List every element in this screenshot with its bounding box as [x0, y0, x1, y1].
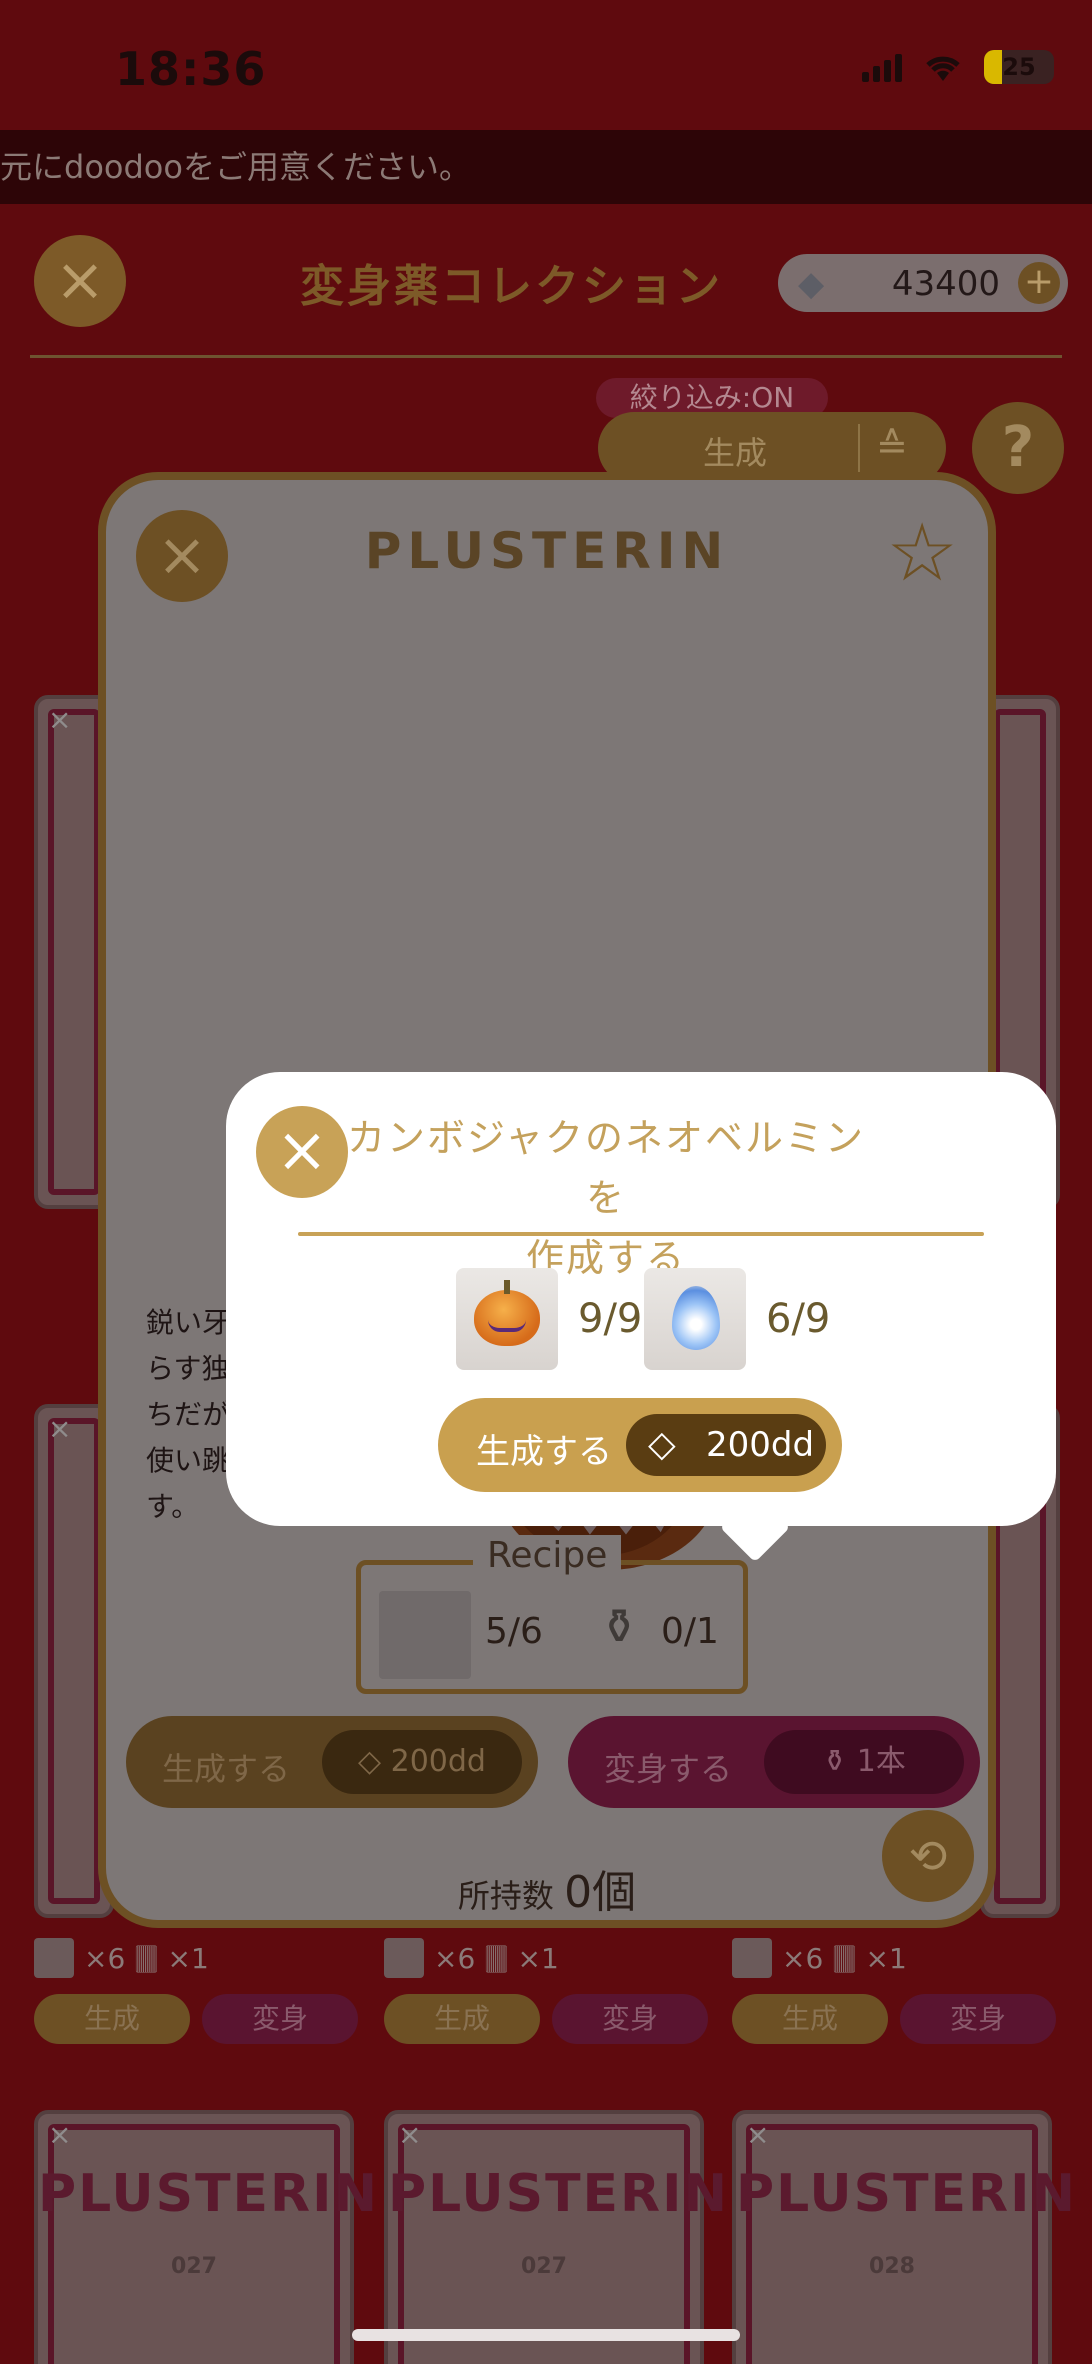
recipe-item-image: [379, 1591, 471, 1679]
create-confirm-popup: × カンボジャクのネオベルミンを 作成する 9/9 6/9 生成する ◇ 200d…: [226, 1072, 1056, 1563]
bottle-count: ×1: [517, 1941, 559, 1975]
card-generate-button[interactable]: 生成: [34, 1994, 190, 2044]
bottle-icon: 🀫: [135, 1941, 158, 1974]
currency-value: 43400: [891, 264, 1000, 304]
card-cost-row: ×6 🀫 ×1: [384, 1938, 559, 1978]
close-collection-button[interactable]: ×: [34, 235, 126, 327]
close-icon: ×: [398, 2118, 422, 2151]
collection-card[interactable]: × PLUSTERIN 027: [34, 2110, 379, 2364]
bottle-icon: 🀫: [833, 1941, 856, 1974]
close-icon: ×: [276, 1113, 328, 1186]
ingredient-count: 6/9: [766, 1296, 831, 1342]
status-time: 18:36: [115, 42, 267, 96]
close-popup-button[interactable]: ×: [256, 1106, 348, 1198]
recipe-item-count: 5/6: [485, 1611, 543, 1652]
recipe-bottle-count: 0/1: [661, 1611, 719, 1652]
battery-icon: 25: [984, 50, 1054, 84]
ingredient-tile: [644, 1268, 746, 1370]
transform-cost: ⚱ 1本: [764, 1730, 964, 1794]
card-transform-button[interactable]: 変身: [900, 1994, 1056, 2044]
ingredient-drop: 6/9: [644, 1268, 830, 1370]
card-transform-button[interactable]: 変身: [202, 1994, 358, 2044]
blue-drop-icon: [672, 1286, 720, 1350]
status-bar: 18:36 25: [0, 0, 1092, 130]
ingredient-count: ×6: [84, 1941, 126, 1975]
card-generate-button[interactable]: 生成: [732, 1994, 888, 2044]
owned-count: 所持数 0個: [106, 1856, 988, 1920]
bottle-count: ×1: [865, 1941, 907, 1975]
sort-order-icon: ≙: [876, 424, 908, 468]
close-icon: ×: [48, 1412, 72, 1445]
generate-label: 生成する: [162, 1750, 291, 1788]
close-icon: ×: [48, 2118, 72, 2151]
favorite-star-icon[interactable]: ☆: [886, 506, 958, 599]
close-icon: ×: [54, 245, 106, 315]
ingredient-thumb: [34, 1938, 74, 1978]
bottle-count: ×1: [167, 1941, 209, 1975]
popup-divider: [298, 1232, 984, 1236]
ingredient-count: ×6: [434, 1941, 476, 1975]
help-button[interactable]: ?: [972, 402, 1064, 494]
popup-title-line1: カンボジャクのネオベルミンを: [346, 1116, 866, 1220]
ingredient-thumb: [732, 1938, 772, 1978]
home-indicator[interactable]: [352, 2329, 740, 2341]
question-icon: ?: [1001, 415, 1035, 480]
gem-icon: ◇: [358, 1744, 391, 1779]
ingredient-thumb: [384, 1938, 424, 1978]
sort-divider: [858, 424, 860, 472]
card-transform-button[interactable]: 変身: [552, 1994, 708, 2044]
detail-title: PLUSTERIN: [364, 522, 730, 580]
recipe-caption: Recipe: [473, 1535, 622, 1576]
status-icons: 25: [862, 50, 1054, 84]
gem-icon: ◆: [798, 264, 825, 304]
card-number: 027: [171, 2254, 217, 2279]
bottle-icon: 🀫: [485, 1941, 508, 1974]
collection-card[interactable]: × PLUSTERIN 027: [384, 2110, 729, 2364]
create-price: ◇ 200dd: [626, 1414, 826, 1476]
bottle-icon: ⚱: [822, 1744, 857, 1779]
card-cost-row: ×6 🀫 ×1: [732, 1938, 907, 1978]
collection-card[interactable]: × PLUSTERIN 028: [732, 2110, 1077, 2364]
ingredient-pumpkin: 9/9: [456, 1268, 642, 1370]
rotate-view-button[interactable]: ⟲: [882, 1810, 974, 1902]
recipe-box: Recipe 5/6 ⚱ 0/1: [356, 1535, 748, 1694]
gem-icon: ◇: [648, 1424, 676, 1465]
ingredient-count: 9/9: [578, 1296, 643, 1342]
card-brand: PLUSTERIN: [38, 2164, 379, 2224]
create-price-value: 200dd: [706, 1425, 815, 1465]
card-number: 028: [869, 2254, 915, 2279]
currency-display: ◆ 43400 +: [778, 254, 1068, 312]
announcement-ticker: 元にdoodooをご用意ください。: [0, 130, 1092, 204]
ingredient-tile: [456, 1268, 558, 1370]
pumpkin-icon: [474, 1280, 540, 1346]
sort-label: 生成: [703, 434, 768, 472]
transform-cost-value: 1本: [856, 1744, 906, 1779]
wifi-icon: [926, 56, 960, 81]
close-icon: ×: [48, 703, 72, 736]
create-label: 生成する: [476, 1432, 612, 1472]
owned-label: 所持数: [457, 1877, 554, 1915]
header-divider: [30, 355, 1062, 358]
ingredient-count: ×6: [782, 1941, 824, 1975]
card-brand: PLUSTERIN: [388, 2164, 729, 2224]
add-currency-button[interactable]: +: [1018, 262, 1060, 304]
detail-transform-button[interactable]: 変身する ⚱ 1本: [568, 1716, 980, 1808]
owned-value: 0個: [564, 1867, 637, 1918]
create-button[interactable]: 生成する ◇ 200dd: [438, 1398, 842, 1492]
popup-title: カンボジャクのネオベルミンを 作成する: [346, 1108, 866, 1288]
battery-level: 25: [1002, 53, 1036, 81]
card-cost-row: ×6 🀫 ×1: [34, 1938, 209, 1978]
generate-price-value: 200dd: [390, 1744, 486, 1779]
rotate-icon: ⟲: [908, 1829, 948, 1883]
bottle-icon: ⚱: [599, 1599, 640, 1655]
card-number: 027: [521, 2254, 567, 2279]
card-generate-button[interactable]: 生成: [384, 1994, 540, 2044]
card-brand: PLUSTERIN: [736, 2164, 1077, 2224]
close-icon: ×: [746, 2118, 770, 2151]
page-title: 変身薬コレクション: [300, 261, 723, 312]
signal-icon: [862, 52, 902, 82]
generate-price: ◇ 200dd: [322, 1730, 522, 1794]
detail-generate-button[interactable]: 生成する ◇ 200dd: [126, 1716, 538, 1808]
transform-label: 変身する: [604, 1750, 733, 1788]
